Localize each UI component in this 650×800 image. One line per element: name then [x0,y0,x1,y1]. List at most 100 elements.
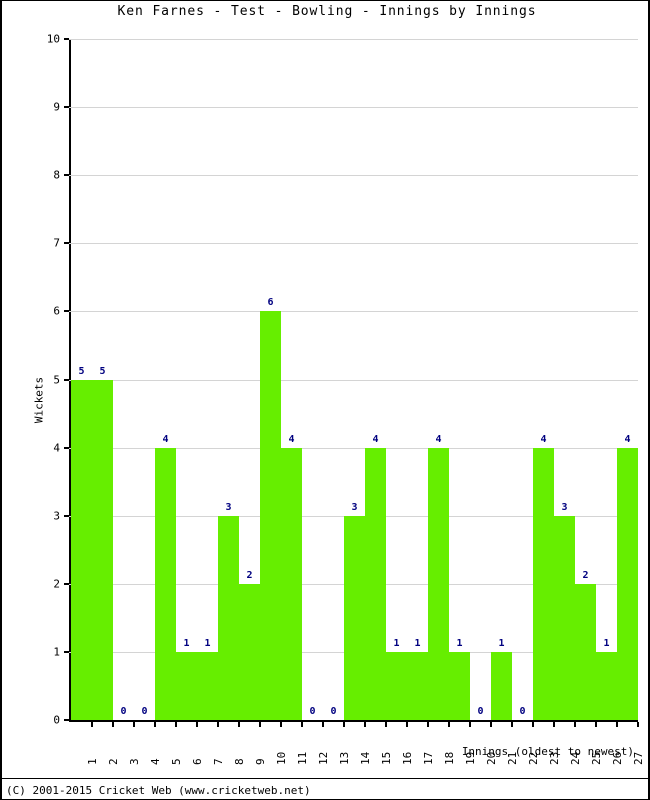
bar-value-label: 4 [372,433,379,445]
bar-slot[interactable]: 1 [596,39,617,720]
bar-slot[interactable]: 4 [428,39,449,720]
bar[interactable] [218,515,239,720]
y-tick-label: 8 [53,168,60,182]
x-tick-mark [217,722,219,727]
bar-slot[interactable]: 3 [344,39,365,720]
x-tick-mark [154,722,156,727]
x-tick-mark [112,722,114,727]
x-tick-mark [553,722,555,727]
bar-slot[interactable]: 5 [71,39,92,720]
x-tick-mark [595,722,597,727]
x-tick-mark [91,722,93,727]
bar-slot[interactable]: 0 [470,39,491,720]
bar[interactable] [428,447,449,720]
x-tick-label: 12 [316,751,330,765]
x-tick-label: 9 [253,758,267,765]
bar-value-label: 4 [540,433,547,445]
y-tick-label: 2 [53,577,60,591]
bar-slot[interactable]: 2 [575,39,596,720]
y-tick-mark [64,446,69,449]
bar-value-label: 1 [498,637,505,649]
bar-slot[interactable]: 4 [533,39,554,720]
bar-slot[interactable]: 4 [617,39,638,720]
x-tick-mark [490,722,492,727]
y-tick-label: 3 [53,509,60,523]
bar-slot[interactable]: 1 [197,39,218,720]
bar-slot[interactable]: 1 [176,39,197,720]
x-tick-mark [280,722,282,727]
bar[interactable] [92,379,113,720]
y-tick-label: 5 [53,373,60,386]
y-tick-label: 0 [53,713,60,727]
bar[interactable] [386,651,407,720]
y-tick-label: 9 [53,100,60,114]
bar-slot[interactable]: 4 [365,39,386,720]
x-tick-mark [301,722,303,727]
bar-slot[interactable]: 4 [155,39,176,720]
y-tick-label: 6 [53,304,60,318]
bar[interactable] [176,651,197,720]
page-title: Ken Farnes - Test - Bowling - Innings by… [117,4,537,19]
x-tick-label: 5 [169,758,183,765]
x-tick-label: 1 [85,758,99,765]
bar-slot[interactable]: 6 [260,39,281,720]
chart-page: Ken Farnes - Test - Bowling - Innings by… [0,0,650,800]
bar[interactable] [239,583,260,720]
bar-slot[interactable]: 1 [386,39,407,720]
bar-slot[interactable]: 0 [512,39,533,720]
bar-value-label: 3 [351,501,358,513]
bar-value-label: 0 [519,706,526,717]
x-tick-label: 2 [106,758,120,765]
bar[interactable] [617,447,638,720]
bar[interactable] [449,651,470,720]
bar[interactable] [155,447,176,720]
bar-value-label: 4 [435,433,442,445]
x-tick-label: 16 [400,751,414,765]
bar-slot[interactable]: 1 [407,39,428,720]
bar-slot[interactable]: 4 [281,39,302,720]
bar-slot[interactable]: 3 [218,39,239,720]
y-axis-title: Wickets [32,376,46,424]
bar-slot[interactable]: 3 [554,39,575,720]
copyright-footer: (C) 2001-2015 Cricket Web (www.cricketwe… [6,784,311,797]
bar[interactable] [71,379,92,720]
bar[interactable] [575,583,596,720]
bar[interactable] [533,447,554,720]
bar-slot[interactable]: 0 [113,39,134,720]
bar-value-label: 3 [561,501,568,513]
bar[interactable] [260,311,281,720]
y-tick-mark [64,582,69,585]
bar-slot[interactable]: 1 [449,39,470,720]
bar-slot[interactable]: 5 [92,39,113,720]
x-tick-mark [175,722,177,727]
x-tick-label: 11 [295,751,309,765]
bar-slot[interactable]: 0 [134,39,155,720]
bar-value-label: 1 [183,637,190,649]
bar-value-label: 0 [477,706,484,717]
bar-value-label: 0 [330,706,337,717]
bar-slot[interactable]: 1 [491,39,512,720]
y-tick-mark [64,174,69,177]
bar[interactable] [197,651,218,720]
bar[interactable] [344,515,365,720]
plot-area: 0 1 2 3 4 5 6 7 8 9 10 550041132640034114101043214… [47,33,645,766]
bar[interactable] [554,515,575,720]
bar[interactable] [365,447,386,720]
bar-slot[interactable]: 0 [302,39,323,720]
x-tick-mark [259,722,261,727]
bar[interactable] [281,447,302,720]
y-tick-mark [64,310,69,313]
x-tick-mark [196,722,198,727]
bar-value-label: 0 [120,706,127,717]
x-tick-mark [385,722,387,727]
bar-value-label: 5 [99,365,106,377]
bar[interactable] [491,651,512,720]
x-tick-mark [511,722,513,727]
bar[interactable] [407,651,428,720]
bar-slot[interactable]: 2 [239,39,260,720]
bar-slot[interactable]: 0 [323,39,344,720]
x-tick-label: 10 [274,751,288,765]
bar-value-label: 4 [624,433,631,445]
footer-divider [2,778,650,779]
bar[interactable] [596,651,617,720]
